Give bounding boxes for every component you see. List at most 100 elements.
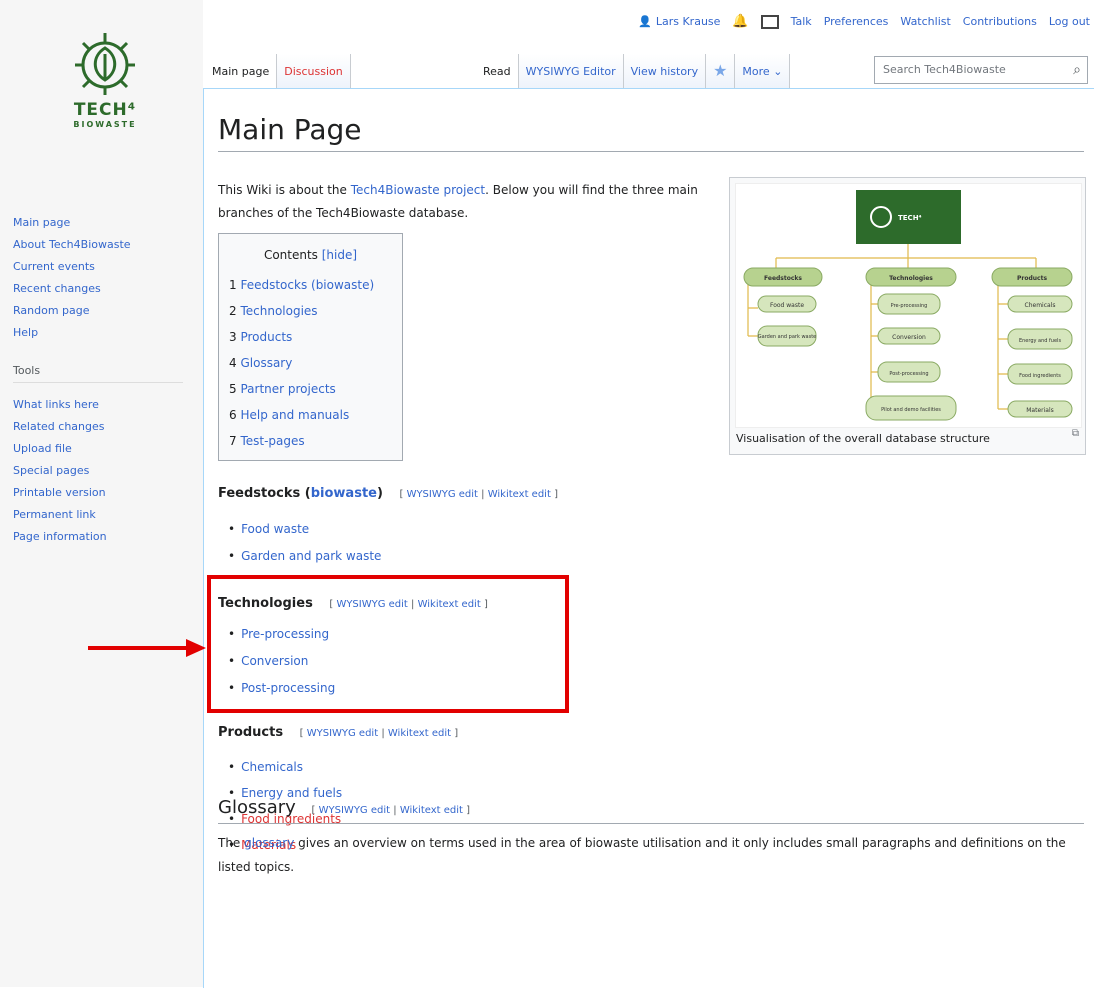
toc-label: Partner projects: [240, 382, 336, 396]
preferences-link[interactable]: Preferences: [824, 15, 889, 28]
search-placeholder: Search Tech4Biowaste: [883, 63, 1006, 76]
devices-icon[interactable]: [760, 14, 779, 29]
diagram-node-technologies: Technologies: [889, 275, 933, 282]
bell-icon[interactable]: 🔔: [732, 14, 748, 29]
diagram-node-food-waste: Food waste: [770, 302, 804, 309]
heading-text: Products: [218, 725, 284, 740]
edit-links: [ WYSIWYG edit | Wikitext edit ]: [399, 489, 558, 500]
toc-item[interactable]: 5 Partner projects: [229, 382, 336, 396]
heading-text-1: Feedstocks (: [218, 486, 311, 501]
highlight-box: [207, 575, 569, 713]
sidebar-item-printable-version[interactable]: Printable version: [13, 482, 107, 504]
toc-label: Test-pages: [240, 434, 305, 448]
sidebar-item-page-information[interactable]: Page information: [13, 526, 107, 548]
list-item[interactable]: Chemicals: [228, 760, 303, 774]
sidebar: TECH⁴ BIOWASTE Main page About Tech4Biow…: [0, 0, 203, 987]
diagram-node-conversion: Conversion: [892, 334, 926, 341]
title-divider: [218, 151, 1084, 152]
wysiwyg-edit-link[interactable]: WYSIWYG edit: [319, 805, 390, 816]
tab-view-history[interactable]: View history: [623, 54, 707, 88]
toc-item[interactable]: 7 Test-pages: [229, 434, 305, 448]
sidebar-item-recent-changes[interactable]: Recent changes: [13, 278, 131, 300]
tab-main-page[interactable]: Main page: [205, 54, 278, 88]
sidebar-item-permanent-link[interactable]: Permanent link: [13, 504, 107, 526]
glossary-link[interactable]: glossary: [244, 836, 294, 850]
toc-num: 3: [229, 330, 237, 344]
wysiwyg-edit-link[interactable]: WYSIWYG edit: [307, 728, 378, 739]
bracket: [: [311, 805, 316, 816]
diagram-nodes: Feedstocks Technologies Products Food wa…: [743, 267, 1073, 421]
toc-hide-toggle[interactable]: [hide]: [322, 248, 357, 262]
separator: |: [393, 805, 397, 816]
sidebar-item-random-page[interactable]: Random page: [13, 300, 131, 322]
toc-num: 6: [229, 408, 237, 422]
section-heading-glossary: Glossary [ WYSIWYG edit | Wikitext edit …: [218, 797, 470, 818]
diagram-node-materials: Materials: [1026, 407, 1054, 414]
toc-label: Glossary: [240, 356, 293, 370]
tab-discussion[interactable]: Discussion: [277, 54, 351, 88]
sidebar-item-help[interactable]: Help: [13, 322, 131, 344]
toc-item[interactable]: 2 Technologies: [229, 304, 318, 318]
view-tabs: Read WYSIWYG Editor View history ★ More …: [476, 54, 791, 88]
toc-label: Products: [240, 330, 293, 344]
watch-star-icon[interactable]: ★: [706, 54, 736, 88]
structure-thumbnail[interactable]: TECH⁴ Feedstocks Technologies Products F…: [729, 177, 1086, 455]
contributions-link[interactable]: Contributions: [963, 15, 1037, 28]
user-link[interactable]: 👤 Lars Krause: [638, 15, 720, 28]
more-menu[interactable]: More ⌄: [735, 54, 791, 88]
glossary-text-2: gives an overview on terms used in the a…: [218, 836, 1066, 874]
toc-num: 5: [229, 382, 237, 396]
log-out-link[interactable]: Log out: [1049, 15, 1090, 28]
diagram-logo-text: TECH⁴: [898, 214, 922, 222]
namespace-tabs: Main page Discussion: [205, 54, 351, 88]
sidebar-item-upload-file[interactable]: Upload file: [13, 438, 107, 460]
gear-leaf-logo-icon: [75, 33, 135, 95]
wikitext-edit-link[interactable]: Wikitext edit: [400, 805, 463, 816]
wikitext-edit-link[interactable]: Wikitext edit: [488, 489, 551, 500]
table-of-contents: Contents [hide] 1 Feedstocks (biowaste) …: [218, 233, 403, 461]
glossary-paragraph: The glossary gives an overview on terms …: [218, 831, 1084, 879]
list-item[interactable]: Food waste: [228, 522, 309, 536]
toc-item[interactable]: 4 Glossary: [229, 356, 292, 370]
talk-link[interactable]: Talk: [791, 15, 812, 28]
sidebar-item-main-page[interactable]: Main page: [13, 212, 131, 234]
sidebar-item-about[interactable]: About Tech4Biowaste: [13, 234, 131, 256]
diagram-node-chemicals: Chemicals: [1025, 302, 1056, 309]
sidebar-item-special-pages[interactable]: Special pages: [13, 460, 107, 482]
toc-item[interactable]: 6 Help and manuals: [229, 408, 349, 422]
toc-item[interactable]: 3 Products: [229, 330, 292, 344]
toc-label: Feedstocks (biowaste): [240, 278, 375, 292]
toc-title: Contents: [263, 248, 318, 262]
biowaste-link[interactable]: biowaste: [311, 486, 377, 501]
toc-num: 1: [229, 278, 237, 292]
tab-read[interactable]: Read: [476, 54, 519, 88]
sidebar-item-related-changes[interactable]: Related changes: [13, 416, 107, 438]
wikitext-edit-link[interactable]: Wikitext edit: [388, 728, 451, 739]
wysiwyg-edit-link[interactable]: WYSIWYG edit: [407, 489, 478, 500]
bracket: ]: [554, 489, 558, 500]
project-link[interactable]: Tech4Biowaste project: [351, 183, 485, 197]
site-logo[interactable]: TECH⁴ BIOWASTE: [62, 28, 148, 158]
sidebar-item-current-events[interactable]: Current events: [13, 256, 131, 278]
search-input[interactable]: Search Tech4Biowaste ⌕: [874, 56, 1088, 84]
search-icon[interactable]: ⌕: [1073, 57, 1081, 83]
logo-title: TECH⁴: [73, 100, 137, 120]
arrow-right-icon: [88, 639, 206, 657]
diagram-node-energy-fuels: Energy and fuels: [1019, 338, 1061, 344]
structure-diagram: TECH⁴ Feedstocks Technologies Products F…: [735, 183, 1082, 428]
diagram-node-garden-park-waste: Garden and park waste: [758, 334, 816, 340]
magnify-icon[interactable]: ⧉: [1072, 428, 1079, 439]
sidebar-item-what-links-here[interactable]: What links here: [13, 394, 107, 416]
intro-text-1: This Wiki is about the: [218, 183, 351, 197]
logo-subtitle: BIOWASTE: [73, 120, 137, 129]
toc-header: Contents [hide]: [219, 248, 402, 262]
bracket: ]: [466, 805, 471, 816]
list-item[interactable]: Garden and park waste: [228, 549, 381, 563]
tab-wysiwyg-editor[interactable]: WYSIWYG Editor: [518, 54, 624, 88]
watchlist-link[interactable]: Watchlist: [900, 15, 950, 28]
separator: |: [481, 489, 485, 500]
toc-item[interactable]: 1 Feedstocks (biowaste): [229, 278, 374, 292]
heading-text-2: ): [376, 486, 383, 501]
separator: |: [381, 728, 385, 739]
content-area: Main Page This Wiki is about the Tech4Bi…: [203, 88, 1094, 988]
